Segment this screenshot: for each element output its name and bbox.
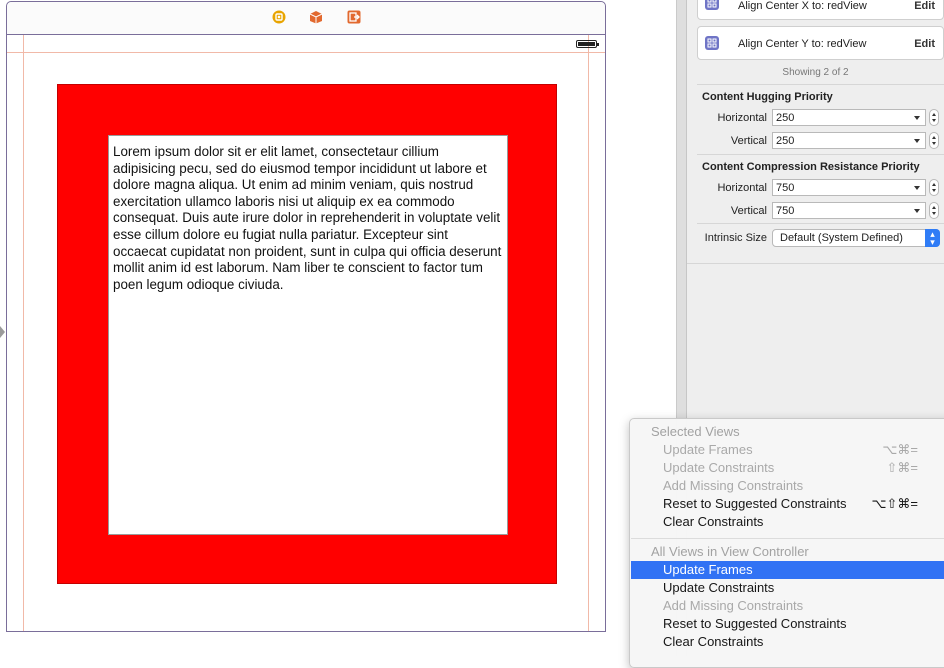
menu-item-update-frames-all[interactable]: Update Frames bbox=[631, 561, 944, 579]
scene-dock bbox=[7, 2, 605, 35]
edit-button[interactable]: Edit bbox=[914, 38, 935, 50]
compression-horizontal-label: Horizontal bbox=[717, 182, 767, 194]
constraints-count: Showing 2 of 2 bbox=[782, 67, 849, 78]
chevron-down-icon bbox=[914, 116, 920, 120]
hugging-horizontal-label: Horizontal bbox=[717, 112, 767, 124]
menu-item-clear-constraints-selected[interactable]: Clear Constraints bbox=[631, 513, 944, 531]
intrinsic-size-popup[interactable]: Default (System Defined) ▴ ▾ bbox=[772, 229, 940, 247]
menu-item-reset-suggested-all[interactable]: Reset to Suggested Constraints bbox=[631, 615, 944, 633]
divider bbox=[687, 263, 944, 264]
compression-horizontal-field[interactable]: 750 bbox=[772, 179, 926, 196]
initial-scene-arrow-icon bbox=[0, 326, 5, 338]
compression-vertical-stepper[interactable] bbox=[929, 202, 939, 219]
menu-item-update-frames-selected[interactable]: Update Frames ⌥⌘= bbox=[631, 441, 944, 459]
menu-item-add-missing-all[interactable]: Add Missing Constraints bbox=[631, 597, 944, 615]
divider bbox=[697, 84, 944, 85]
constraint-center-x[interactable]: Align Center X to: redView Edit bbox=[697, 0, 944, 20]
constraint-label: Align Center X to: redView bbox=[738, 0, 867, 12]
menu-section-header: All Views in View Controller bbox=[651, 544, 809, 559]
divider bbox=[697, 223, 944, 224]
chevron-down-icon bbox=[914, 186, 920, 190]
first-responder-icon[interactable] bbox=[309, 10, 323, 24]
compression-priority-title: Content Compression Resistance Priority bbox=[702, 161, 920, 173]
menu-separator bbox=[631, 538, 944, 539]
constraint-center-y[interactable]: Align Center Y to: redView Edit bbox=[697, 26, 944, 60]
menu-section-header: Selected Views bbox=[651, 424, 740, 439]
view-controller-icon[interactable] bbox=[272, 10, 286, 24]
battery-icon bbox=[576, 40, 599, 48]
align-constraint-icon bbox=[705, 36, 719, 50]
menu-item-add-missing-selected[interactable]: Add Missing Constraints bbox=[631, 477, 944, 495]
hugging-vertical-field[interactable]: 250 bbox=[772, 132, 926, 149]
chevron-down-icon bbox=[914, 139, 920, 143]
constraint-label: Align Center Y to: redView bbox=[738, 38, 867, 50]
menu-item-update-constraints-all[interactable]: Update Constraints bbox=[631, 579, 944, 597]
hugging-horizontal-stepper[interactable] bbox=[929, 109, 939, 126]
menu-item-update-constraints-selected[interactable]: Update Constraints ⇧⌘= bbox=[631, 459, 944, 477]
compression-vertical-label: Vertical bbox=[730, 205, 767, 217]
compression-vertical-field[interactable]: 750 bbox=[772, 202, 926, 219]
align-constraint-icon bbox=[705, 0, 719, 10]
hugging-vertical-stepper[interactable] bbox=[929, 132, 939, 149]
status-bar-guide bbox=[7, 52, 605, 53]
chevron-down-icon bbox=[914, 209, 920, 213]
right-margin-guide bbox=[588, 35, 589, 631]
hugging-priority-title: Content Hugging Priority bbox=[702, 91, 833, 103]
hugging-vertical-label: Vertical bbox=[730, 135, 767, 147]
storyboard-canvas[interactable]: Lorem ipsum dolor sit er elit lamet, con… bbox=[0, 0, 676, 656]
text-view[interactable]: Lorem ipsum dolor sit er elit lamet, con… bbox=[108, 135, 508, 535]
edit-button[interactable]: Edit bbox=[914, 0, 935, 12]
view-controller-scene[interactable]: Lorem ipsum dolor sit er elit lamet, con… bbox=[6, 1, 606, 632]
resolve-auto-layout-menu: Selected Views Update Frames ⌥⌘= Update C… bbox=[629, 418, 944, 668]
divider bbox=[697, 154, 944, 155]
compression-horizontal-stepper[interactable] bbox=[929, 179, 939, 196]
root-view[interactable]: Lorem ipsum dolor sit er elit lamet, con… bbox=[7, 35, 605, 631]
hugging-horizontal-field[interactable]: 250 bbox=[772, 109, 926, 126]
left-margin-guide bbox=[23, 35, 24, 631]
exit-icon[interactable] bbox=[347, 10, 361, 24]
popup-arrows-icon: ▴ ▾ bbox=[925, 229, 940, 247]
intrinsic-size-label: Intrinsic Size bbox=[704, 232, 767, 244]
red-view[interactable]: Lorem ipsum dolor sit er elit lamet, con… bbox=[57, 84, 557, 584]
menu-item-clear-constraints-all[interactable]: Clear Constraints bbox=[631, 633, 944, 651]
menu-item-reset-suggested-selected[interactable]: Reset to Suggested Constraints ⌥⇧⌘= bbox=[631, 495, 944, 513]
